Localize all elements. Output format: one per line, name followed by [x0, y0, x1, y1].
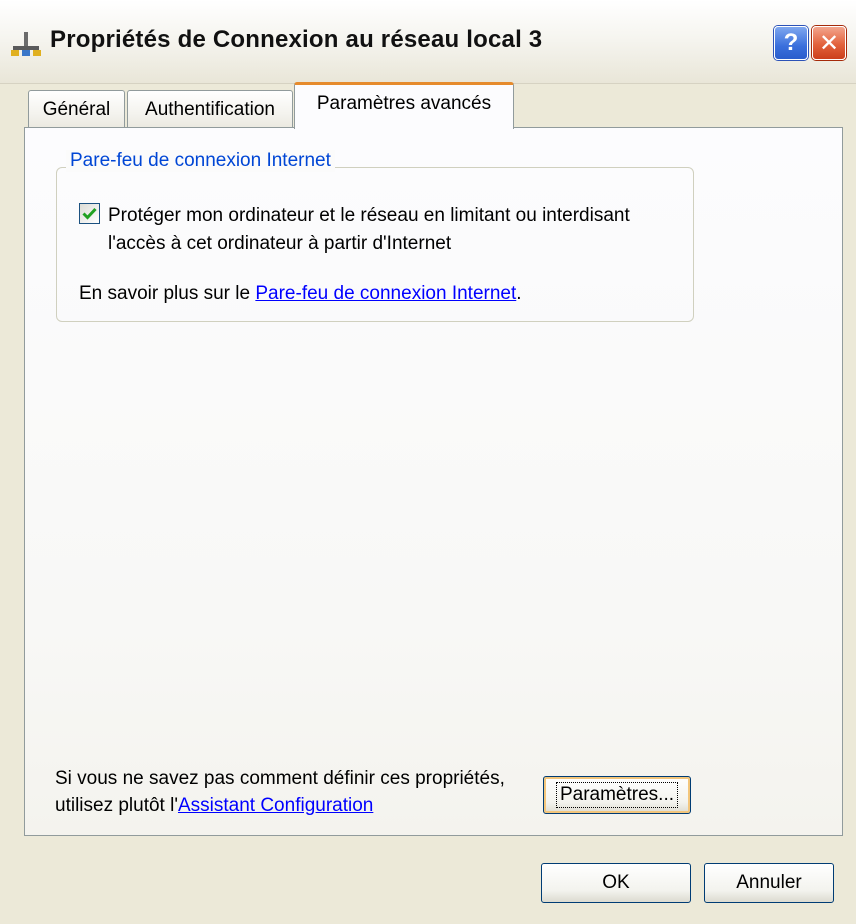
ok-button[interactable]: OK [541, 863, 691, 903]
help-button[interactable]: ? [774, 26, 808, 60]
network-connection-icon [11, 32, 41, 56]
close-icon: ✕ [818, 29, 840, 57]
cancel-button-label: Annuler [736, 872, 802, 893]
tab-general-label: Général [42, 98, 111, 120]
ok-button-label: OK [602, 872, 630, 893]
firewall-group-title: Pare-feu de connexion Internet [66, 150, 335, 172]
settings-button[interactable]: Paramètres... [543, 776, 691, 814]
window-title: Propriétés de Connexion au réseau local … [50, 26, 543, 53]
settings-button-label: Paramètres... [555, 782, 679, 808]
firewall-help-link[interactable]: Pare-feu de connexion Internet [255, 283, 516, 304]
tab-parametres-avances[interactable]: Paramètres avancés [294, 82, 514, 129]
learn-more-suffix: . [516, 283, 522, 304]
checkmark-icon [82, 207, 97, 220]
tab-parametres-avances-label: Paramètres avancés [316, 93, 492, 114]
assistant-text: Si vous ne savez pas comment définir ces… [55, 765, 535, 819]
learn-more-text: En savoir plus sur le Pare-feu de connex… [79, 283, 522, 305]
tab-general[interactable]: Général [28, 90, 125, 128]
cancel-button[interactable]: Annuler [704, 863, 834, 903]
title-bar[interactable]: Propriétés de Connexion au réseau local … [0, 0, 856, 84]
firewall-checkbox[interactable] [79, 203, 100, 224]
help-icon: ? [783, 29, 799, 56]
tab-authentification[interactable]: Authentification [127, 90, 293, 128]
firewall-checkbox-label[interactable]: Protéger mon ordinateur et le réseau en … [108, 202, 668, 258]
tab-authentification-label: Authentification [145, 98, 275, 120]
close-button[interactable]: ✕ [812, 26, 846, 60]
learn-more-prefix: En savoir plus sur le [79, 283, 256, 304]
assistant-configuration-link[interactable]: Assistant Configuration [178, 795, 373, 816]
